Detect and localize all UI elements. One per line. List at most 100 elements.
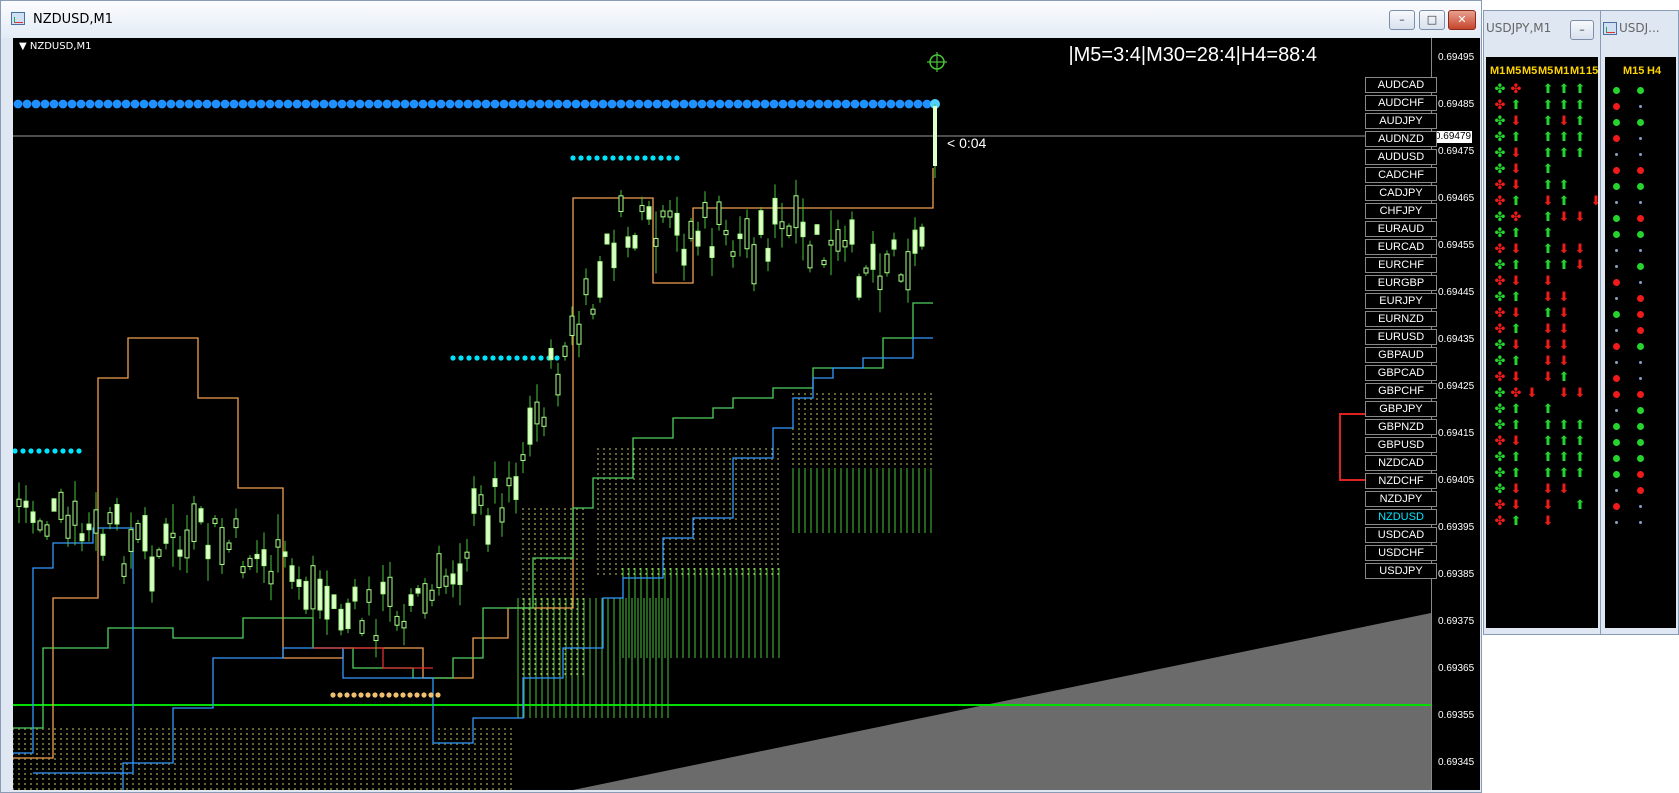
cyan-dot bbox=[28, 448, 34, 454]
symbol-button-gbpnzd[interactable]: GBPNZD bbox=[1365, 419, 1437, 435]
candle-body bbox=[450, 573, 456, 585]
candle-body bbox=[198, 508, 204, 523]
candle-body bbox=[667, 210, 673, 218]
symbol-button-euraud[interactable]: EURAUD bbox=[1365, 221, 1437, 237]
symbol-button-nzdjpy[interactable]: NZDJPY bbox=[1365, 491, 1437, 507]
candle-body bbox=[93, 509, 99, 534]
candle-body bbox=[583, 278, 589, 296]
candle-body bbox=[569, 315, 575, 337]
candle-body bbox=[723, 230, 729, 236]
down-arrow-icon: ⬇ bbox=[1510, 434, 1522, 449]
candle-body bbox=[891, 239, 897, 250]
blue-dot bbox=[616, 99, 626, 109]
symbol-button-usdjpy[interactable]: USDJPY bbox=[1365, 563, 1437, 579]
blue-dot bbox=[148, 99, 158, 109]
cyan-dot bbox=[458, 355, 464, 361]
symbol-button-nzdcad[interactable]: NZDCAD bbox=[1365, 455, 1437, 471]
minimize-button[interactable]: – bbox=[1570, 20, 1594, 40]
neutral-dot-icon bbox=[1615, 489, 1618, 492]
up-arrow-icon: ✤ bbox=[1494, 338, 1506, 353]
title-bar[interactable]: NZDUSD,M1 – □ ✕ bbox=[1, 1, 1481, 38]
side-window-usdjpy: USDJPY,M1 – M1 M5 M5 M5 M1 M1 15 ✤ ✤ ⬆ ⬆ ⬆ ✤ ⬆ ⬆ ⬆ ⬆ ✤ ⬇ ⬆ ⬇… bbox=[1483, 10, 1601, 635]
blue-dot bbox=[652, 99, 662, 109]
grid-header: M1 bbox=[1490, 65, 1506, 77]
symbol-button-cadjpy[interactable]: CADJPY bbox=[1365, 185, 1437, 201]
blue-dot bbox=[472, 99, 482, 109]
symbol-button-audcad[interactable]: AUDCAD bbox=[1365, 77, 1437, 93]
blue-dot bbox=[85, 99, 95, 109]
blue-dot bbox=[904, 99, 914, 109]
symbol-button-nzdusd[interactable]: NZDUSD bbox=[1365, 509, 1437, 525]
up-arrow-icon: ⬆ bbox=[1558, 178, 1570, 193]
neutral-dot-icon bbox=[1639, 361, 1642, 364]
up-arrow-icon: ⬆ bbox=[1542, 258, 1554, 273]
candle-body bbox=[688, 220, 694, 239]
candle-body bbox=[282, 551, 288, 557]
symbol-button-gbpjpy[interactable]: GBPJPY bbox=[1365, 401, 1437, 417]
symbol-button-eurgbp[interactable]: EURGBP bbox=[1365, 275, 1437, 291]
orange-dot bbox=[414, 692, 420, 698]
neutral-dot-icon bbox=[1615, 249, 1618, 252]
price-tick: 0.69465 bbox=[1438, 193, 1475, 204]
green-dot-icon bbox=[1637, 407, 1644, 414]
candle-body bbox=[51, 498, 57, 512]
blue-dot bbox=[490, 99, 500, 109]
up-arrow-icon: ⬆ bbox=[1510, 226, 1522, 241]
down-arrow-icon: ⬇ bbox=[1558, 482, 1570, 497]
symbol-button-eurjpy[interactable]: EURJPY bbox=[1365, 293, 1437, 309]
candle-body bbox=[135, 522, 141, 540]
green-dot-icon bbox=[1637, 263, 1644, 270]
symbol-button-gbpcad[interactable]: GBPCAD bbox=[1365, 365, 1437, 381]
symbol-button-audjpy[interactable]: AUDJPY bbox=[1365, 113, 1437, 129]
blue-dot bbox=[841, 99, 851, 109]
symbol-button-usdcad[interactable]: USDCAD bbox=[1365, 527, 1437, 543]
symbol-button-gbpaud[interactable]: GBPAUD bbox=[1365, 347, 1437, 363]
price-tick: 0.69365 bbox=[1438, 663, 1475, 674]
symbol-button-eurchf[interactable]: EURCHF bbox=[1365, 257, 1437, 273]
down-arrow-icon: ⬇ bbox=[1574, 258, 1586, 273]
symbol-button-eurnzd[interactable]: EURNZD bbox=[1365, 311, 1437, 327]
blue-dot bbox=[859, 99, 869, 109]
candle-body bbox=[590, 308, 596, 315]
neutral-dot-icon bbox=[1639, 505, 1642, 508]
candle-body bbox=[870, 243, 876, 270]
price-scale[interactable]: 0.69495 0.69485 0.69475 0.69465 0.69455 0.694… bbox=[1431, 38, 1480, 790]
symbol-button-eurcad[interactable]: EURCAD bbox=[1365, 239, 1437, 255]
down-arrow-icon: ✤ bbox=[1494, 322, 1506, 337]
close-button[interactable]: ✕ bbox=[1448, 10, 1476, 30]
symbol-button-gbpusd[interactable]: GBPUSD bbox=[1365, 437, 1437, 453]
candle-body bbox=[317, 578, 323, 611]
symbol-button-nzdchf[interactable]: NZDCHF bbox=[1365, 473, 1437, 489]
red-dot-icon bbox=[1637, 215, 1644, 222]
candle-body bbox=[233, 518, 239, 529]
price-chart[interactable]: ▼ NZDUSD,M1 |M5=3:4|M30=28:4|H4=88:4 bbox=[13, 38, 1431, 790]
blue-dot bbox=[400, 99, 410, 109]
blue-dot bbox=[463, 99, 473, 109]
up-arrow-icon: ⬆ bbox=[1558, 98, 1570, 113]
down-arrow-icon: ⬇ bbox=[1558, 114, 1570, 129]
symbol-button-audnzd[interactable]: AUDNZD bbox=[1365, 131, 1437, 147]
cyan-dot bbox=[450, 355, 456, 361]
symbol-button-cadchf[interactable]: CADCHF bbox=[1365, 167, 1437, 183]
symbol-button-usdchf[interactable]: USDCHF bbox=[1365, 545, 1437, 561]
down-arrow-icon: ✤ bbox=[1510, 386, 1522, 401]
symbol-button-eurusd[interactable]: EURUSD bbox=[1365, 329, 1437, 345]
symbol-button-audusd[interactable]: AUDUSD bbox=[1365, 149, 1437, 165]
candle-body bbox=[646, 206, 652, 220]
blue-dot bbox=[544, 99, 554, 109]
up-arrow-icon: ⬆ bbox=[1542, 450, 1554, 465]
maximize-button[interactable]: □ bbox=[1419, 10, 1445, 30]
down-arrow-icon: ⬇ bbox=[1510, 482, 1522, 497]
up-arrow-icon: ⬆ bbox=[1510, 322, 1522, 337]
candle-body bbox=[821, 259, 827, 266]
blue-dot bbox=[742, 99, 752, 109]
candle-body bbox=[912, 229, 918, 254]
up-arrow-icon: ⬆ bbox=[1558, 450, 1570, 465]
symbol-button-chfjpy[interactable]: CHFJPY bbox=[1365, 203, 1437, 219]
up-arrow-icon: ⬆ bbox=[1510, 290, 1522, 305]
minimize-button[interactable]: – bbox=[1389, 10, 1415, 30]
symbol-button-gbpchf[interactable]: GBPCHF bbox=[1365, 383, 1437, 399]
blue-dot bbox=[157, 99, 167, 109]
symbol-button-audchf[interactable]: AUDCHF bbox=[1365, 95, 1437, 111]
candle-body bbox=[380, 581, 386, 595]
